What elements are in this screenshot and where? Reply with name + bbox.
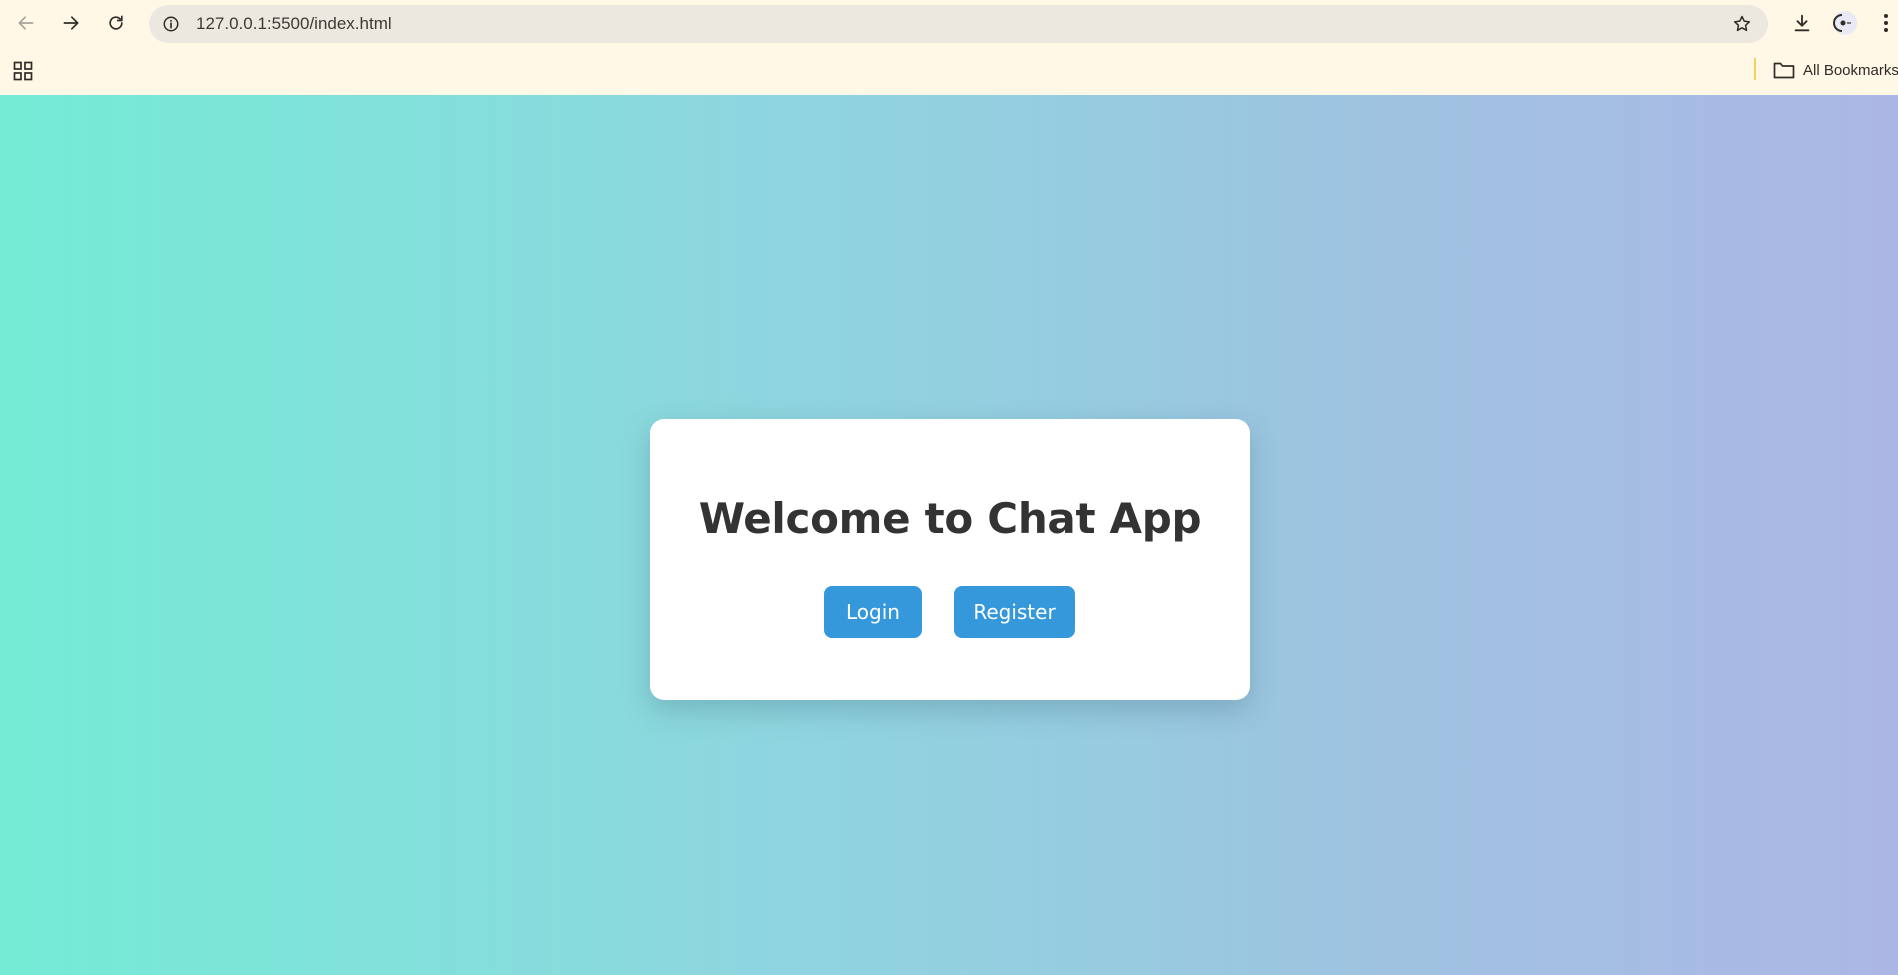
folder-icon [1773, 62, 1795, 79]
page-title: Welcome to Chat App [698, 494, 1202, 543]
download-icon [1794, 14, 1810, 32]
url-text[interactable]: 127.0.0.1:5500/index.html [196, 5, 392, 43]
profile-icon [1833, 11, 1857, 35]
page-viewport: Welcome to Chat App Login Register [0, 95, 1898, 975]
profile-button[interactable] [1829, 7, 1861, 39]
browser-chrome: 127.0.0.1:5500/index.html All Bookmarks [0, 0, 1898, 95]
welcome-card: Welcome to Chat App Login Register [650, 419, 1250, 700]
reload-icon [109, 15, 123, 30]
apps-grid-icon [13, 61, 33, 81]
info-icon [163, 16, 179, 32]
downloads-button[interactable] [1786, 7, 1818, 39]
forward-button[interactable] [55, 7, 87, 39]
bookmark-star-button[interactable] [1730, 12, 1754, 36]
reload-button[interactable] [100, 7, 132, 39]
all-bookmarks-label: All Bookmarks [1803, 61, 1898, 79]
forward-arrow-icon [63, 16, 79, 30]
star-icon [1733, 15, 1751, 32]
browser-menu-button[interactable] [1874, 7, 1898, 39]
back-button[interactable] [10, 7, 42, 39]
bookmarks-separator [1754, 58, 1756, 80]
apps-button[interactable] [9, 57, 37, 85]
bookmarks-bar: All Bookmarks [0, 46, 1898, 95]
login-button[interactable]: Login [824, 586, 922, 638]
all-bookmarks-folder[interactable]: All Bookmarks [1773, 55, 1898, 85]
kebab-menu-icon [1884, 14, 1888, 32]
site-info-button[interactable] [159, 12, 183, 36]
address-bar[interactable]: 127.0.0.1:5500/index.html [149, 5, 1768, 43]
register-button[interactable]: Register [954, 586, 1075, 638]
back-arrow-icon [18, 16, 34, 30]
browser-toolbar: 127.0.0.1:5500/index.html [0, 0, 1898, 46]
